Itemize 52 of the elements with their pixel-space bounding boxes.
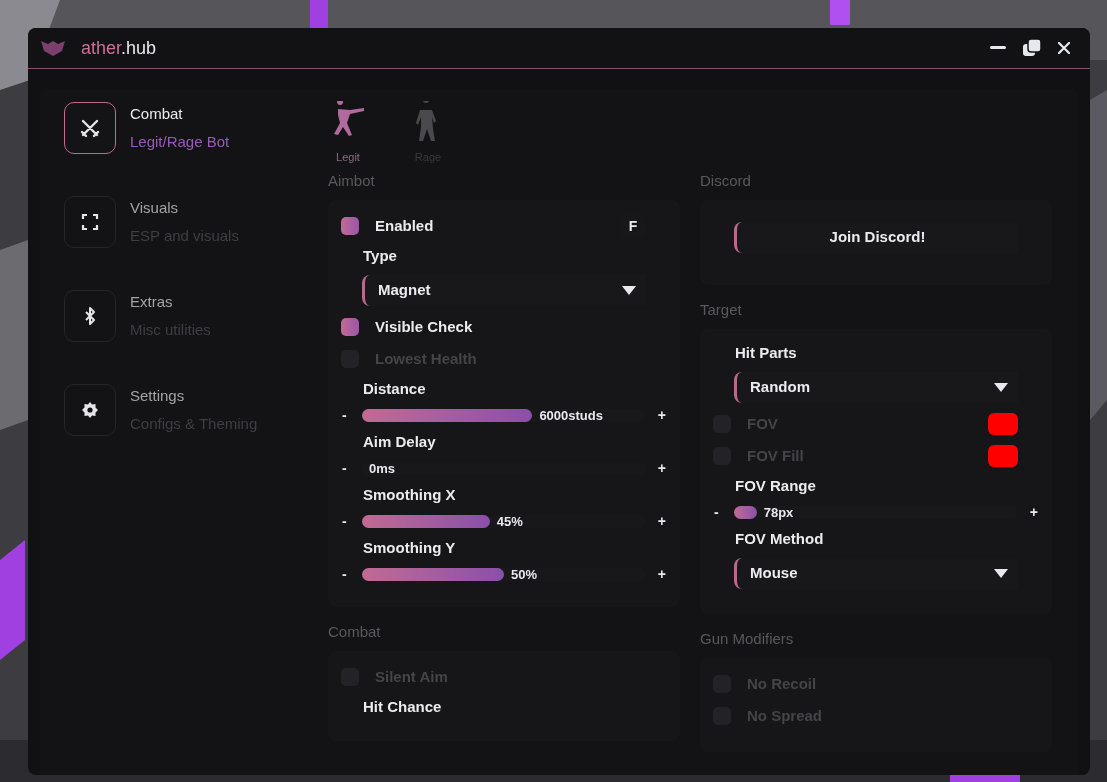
plus-button[interactable]: + — [646, 405, 666, 426]
section-title: Gun Modifiers — [700, 629, 795, 649]
mode-tab[interactable]: Legit — [328, 101, 368, 168]
field-label: Smoothing Y — [362, 537, 457, 558]
restore-icon[interactable] — [1022, 38, 1042, 58]
minus-button[interactable]: - — [714, 502, 734, 523]
slider-fill[interactable] — [362, 409, 533, 422]
minus-button[interactable]: - — [342, 405, 362, 426]
slider-value: 45% — [496, 512, 523, 531]
sidebar-tab[interactable]: Combat Legit/Rage Bot — [64, 102, 300, 154]
field-label: Aim Delay — [362, 431, 437, 452]
minus-button[interactable]: - — [342, 511, 362, 532]
color-swatch[interactable] — [988, 413, 1018, 435]
minimize-icon[interactable] — [990, 46, 1006, 50]
checkbox[interactable] — [341, 217, 359, 235]
close-icon[interactable] — [1058, 42, 1070, 54]
window-title: ather.hub — [81, 36, 157, 60]
minus-button[interactable]: - — [342, 564, 362, 585]
slider-value: 50% — [511, 565, 538, 584]
checkbox[interactable] — [341, 318, 359, 336]
field-label: Type — [362, 245, 398, 266]
field-label: FOV Range — [734, 475, 817, 496]
plus-button[interactable]: + — [1018, 502, 1038, 523]
field-label: Smoothing X — [362, 484, 457, 505]
slider-fill[interactable] — [362, 515, 490, 528]
logo-icon — [40, 39, 66, 57]
plus-button[interactable]: + — [646, 458, 666, 479]
minus-button[interactable]: - — [342, 458, 362, 479]
slider-fill[interactable] — [734, 506, 757, 519]
focus-frame-icon — [80, 212, 100, 232]
field-label: Hit Parts — [734, 342, 798, 363]
caret-icon — [994, 569, 1008, 578]
section-title: Target — [700, 300, 743, 320]
field-label: FOV Method — [734, 528, 825, 549]
field-label: Distance — [362, 378, 427, 399]
plus-button[interactable]: + — [646, 511, 666, 532]
swords-icon — [80, 118, 100, 138]
toggle-label: Enabled — [375, 215, 434, 236]
toggle-label: Visible Check — [375, 316, 473, 337]
slider-value: 78px — [763, 503, 794, 522]
settings-icon — [80, 400, 100, 420]
field-label: Hit Chance — [362, 696, 443, 717]
caret-icon — [622, 286, 636, 295]
slider-fill[interactable] — [362, 568, 504, 581]
color-swatch[interactable] — [988, 445, 1018, 467]
section-title: Aimbot — [328, 171, 376, 191]
section-title: Combat — [328, 622, 382, 642]
plus-button[interactable]: + — [646, 564, 666, 585]
section-title: Discord — [700, 171, 752, 191]
slider-value: 0ms — [369, 459, 396, 478]
slider-value: 6000studs — [539, 406, 603, 425]
caret-icon — [994, 383, 1008, 392]
